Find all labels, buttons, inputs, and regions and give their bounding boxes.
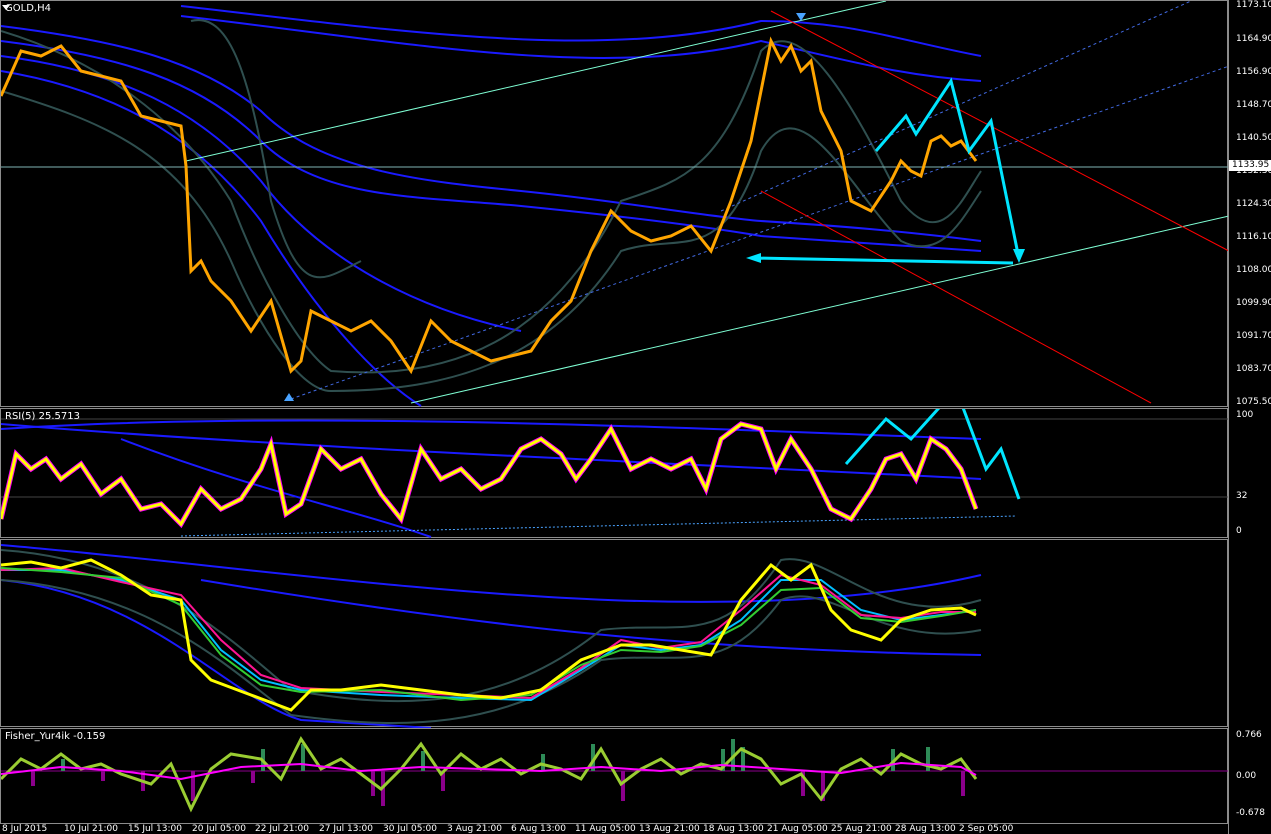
ma-ribbon-pane[interactable] <box>0 539 1228 728</box>
fisher-y-label: -0.678 <box>1236 808 1266 818</box>
fisher-indicator-pane[interactable]: Fisher_Yur4ik -0.159 <box>0 728 1229 824</box>
x-label: 27 Jul 13:00 <box>319 824 373 834</box>
x-label: 2 Sep 05:00 <box>959 824 1014 834</box>
x-label: 25 Aug 21:00 <box>831 824 892 834</box>
y-label: 1164.90 <box>1236 34 1271 44</box>
chart-title: GOLD,H4 <box>5 3 51 14</box>
price-chart-svg <box>1 1 1229 407</box>
rsi-indicator-pane[interactable]: RSI(5) 25.5713 <box>0 408 1229 538</box>
ma-ribbon-svg <box>1 544 982 728</box>
y-label: 1124.30 <box>1236 199 1271 209</box>
x-label: 3 Aug 21:00 <box>447 824 502 834</box>
y-label: 1140.50 <box>1236 133 1271 143</box>
rsi-y-label: 100 <box>1236 410 1254 420</box>
x-label: 11 Aug 05:00 <box>575 824 636 834</box>
y-label: 1156.90 <box>1236 67 1271 77</box>
rsi-chart-svg <box>1 409 1229 538</box>
x-label: 28 Aug 13:00 <box>895 824 956 834</box>
x-label: 18 Aug 13:00 <box>703 824 764 834</box>
fisher-chart-svg <box>1 736 1229 813</box>
fisher-y-label: 0.766 <box>1236 730 1262 740</box>
x-label: 30 Jul 05:00 <box>383 824 437 834</box>
fisher-title: Fisher_Yur4ik -0.159 <box>5 731 106 742</box>
y-label: 1173.10 <box>1236 0 1271 10</box>
rsi-y-label: 32 <box>1236 491 1248 501</box>
x-label: 13 Aug 21:00 <box>639 824 700 834</box>
x-label: 21 Aug 05:00 <box>767 824 828 834</box>
rsi-y-label: 0 <box>1236 526 1242 536</box>
rsi-title: RSI(5) 25.5713 <box>5 411 80 422</box>
x-label: 10 Jul 21:00 <box>64 824 118 834</box>
x-label: 15 Jul 13:00 <box>128 824 182 834</box>
price-axis-line <box>1228 0 1229 834</box>
x-label: 22 Jul 21:00 <box>255 824 309 834</box>
chart-menu-icon[interactable] <box>2 5 10 10</box>
y-label: 1148.70 <box>1236 100 1271 110</box>
y-label: 1075.50 <box>1236 397 1271 407</box>
current-price-tag: 1133.95 <box>1229 160 1271 171</box>
y-label: 1091.70 <box>1236 331 1271 341</box>
y-label: 1083.70 <box>1236 364 1271 374</box>
y-label: 1099.90 <box>1236 298 1271 308</box>
main-price-chart[interactable]: GOLD,H4 <box>0 0 1229 407</box>
x-label: 8 Jul 2015 <box>2 824 48 834</box>
y-label: 1108.00 <box>1236 265 1271 275</box>
x-label: 20 Jul 05:00 <box>192 824 246 834</box>
x-label: 6 Aug 13:00 <box>511 824 566 834</box>
y-label: 1116.10 <box>1236 232 1271 242</box>
fisher-y-label: 0.00 <box>1236 771 1257 781</box>
